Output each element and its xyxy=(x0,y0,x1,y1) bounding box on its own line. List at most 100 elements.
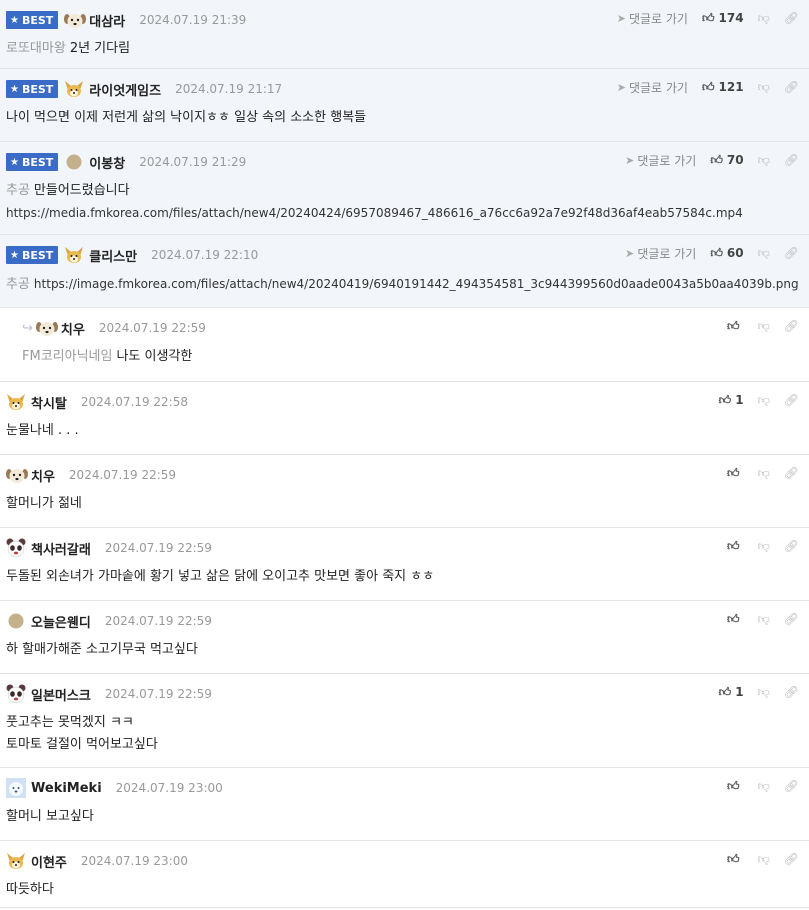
link-icon[interactable]: 🔗︎ xyxy=(784,466,799,480)
best-badge: ★ BEST xyxy=(6,246,59,264)
attachment-link[interactable]: https://image.fmkorea.com/files/attach/n… xyxy=(34,277,799,291)
thumbs-down-icon[interactable]: 👎︎ xyxy=(758,11,770,26)
goto-comment-link[interactable]: ➤ 댓글로 가기 xyxy=(617,10,688,27)
comment-line: 나이 먹으면 이제 저런게 삶의 낙이지ㅎㅎ 일상 속의 소소한 행복들 xyxy=(6,107,799,129)
comment-date: 2024.07.19 22:59 xyxy=(104,541,212,555)
upvote-button[interactable]: 👍︎ 60 xyxy=(710,246,743,261)
mention-name[interactable]: FM코리아닉네임 xyxy=(22,349,112,364)
link-icon[interactable]: 🔗︎ xyxy=(784,319,799,333)
best-badge: ★ BEST xyxy=(6,80,59,98)
attachment-link[interactable]: https://media.fmkorea.com/files/attach/n… xyxy=(6,206,743,220)
upvote-button[interactable]: 👍︎ 121 xyxy=(702,80,744,95)
link-icon[interactable]: 🔗︎ xyxy=(784,779,799,793)
mention-name[interactable]: 추공 xyxy=(6,277,30,292)
upvote-button[interactable]: 👍︎ xyxy=(727,779,744,794)
author-name[interactable]: 착시탈 xyxy=(31,393,67,412)
upvote-button[interactable]: 👍︎ 70 xyxy=(710,153,743,168)
comment-list: ★ BEST 대삼라 2024.07.19 21:39 ➤ 댓글로 가기 👍︎ 174 👎︎ 🔗︎… xyxy=(0,0,809,908)
author-name[interactable]: 이봉창 xyxy=(89,153,125,172)
upvote-button[interactable]: 👍︎ xyxy=(727,539,744,554)
thumbs-down-icon[interactable]: 👎︎ xyxy=(758,393,770,408)
thumbs-down-icon[interactable]: 👎︎ xyxy=(758,539,770,554)
goto-comment-link[interactable]: ➤ 댓글로 가기 xyxy=(617,79,688,96)
comment-line: 풋고추는 못먹겠지 ㅋㅋ xyxy=(6,712,799,734)
link-icon[interactable]: 🔗︎ xyxy=(784,612,799,626)
mention-name[interactable]: 추공 xyxy=(6,183,30,198)
vote-count: 1 xyxy=(735,685,744,699)
link-icon[interactable]: 🔗︎ xyxy=(784,11,799,25)
comment-line: 하 할매가해준 소고기무국 먹고싶다 xyxy=(6,639,799,661)
link-icon[interactable]: 🔗︎ xyxy=(784,153,799,167)
comment-meta: 오늘은웬디 2024.07.19 22:59 xyxy=(6,611,212,631)
link-icon[interactable]: 🔗︎ xyxy=(784,80,799,94)
author-name[interactable]: 치우 xyxy=(31,466,55,485)
upvote-button[interactable]: 👍︎ xyxy=(727,612,744,627)
author-name[interactable]: 클리스만 xyxy=(89,246,137,265)
comment-date: 2024.07.19 22:59 xyxy=(104,687,212,701)
author-name[interactable]: 이현주 xyxy=(31,852,67,871)
author-name[interactable]: 치우 xyxy=(61,319,85,338)
thumbs-down-icon[interactable]: 👎︎ xyxy=(758,852,770,867)
comment-meta: 이현주 2024.07.19 23:00 xyxy=(6,851,188,871)
comment-meta: ★ BEST 이봉창 2024.07.19 21:29 xyxy=(6,152,246,172)
comment-date: 2024.07.19 22:59 xyxy=(104,614,212,628)
upvote-button[interactable]: 👍︎ 1 xyxy=(719,393,744,408)
panda-avatar xyxy=(6,684,26,704)
comment-text: 따듯하다 xyxy=(6,882,54,897)
send-arrow-icon: ➤ xyxy=(625,153,635,167)
comment-line: 로또대마왕 2년 기다림 xyxy=(6,38,799,60)
link-icon[interactable]: 🔗︎ xyxy=(784,852,799,866)
thumbs-up-icon: 👍︎ xyxy=(727,851,740,866)
comment-meta: 책사러갈래 2024.07.19 22:59 xyxy=(6,538,212,558)
best-badge-label: BEST xyxy=(21,82,54,96)
comment-text: 할머니 보고싶다 xyxy=(6,809,94,824)
link-icon[interactable]: 🔗︎ xyxy=(784,539,799,553)
thumbs-down-icon[interactable]: 👎︎ xyxy=(758,80,770,95)
best-comment: ★ BEST 대삼라 2024.07.19 21:39 ➤ 댓글로 가기 👍︎ 174 👎︎ 🔗︎… xyxy=(0,0,809,69)
link-icon[interactable]: 🔗︎ xyxy=(784,246,799,260)
fox-avatar xyxy=(64,245,84,265)
author-name[interactable]: 라이엇게임즈 xyxy=(89,80,161,99)
link-icon[interactable]: 🔗︎ xyxy=(784,685,799,699)
comment-line: 두돌된 외손녀가 가마솥에 황기 넣고 삶은 닭에 오이고추 맛보면 좋아 죽지… xyxy=(6,566,799,588)
upvote-button[interactable]: 👍︎ 174 xyxy=(702,11,744,26)
comment-date: 2024.07.19 22:10 xyxy=(151,248,259,262)
goto-comment-link[interactable]: ➤ 댓글로 가기 xyxy=(625,152,696,169)
comment-actions: 👍︎ 👎︎ 🔗︎ xyxy=(727,536,799,556)
thumbs-down-icon[interactable]: 👎︎ xyxy=(758,466,770,481)
comment-text: 눈물나네 . . . xyxy=(6,423,79,438)
goto-comment-label: 댓글로 가기 xyxy=(637,153,697,168)
thumbs-down-icon[interactable]: 👎︎ xyxy=(758,153,770,168)
star-icon: ★ xyxy=(10,14,19,26)
author-name[interactable]: WekiMeki xyxy=(31,781,102,796)
link-icon[interactable]: 🔗︎ xyxy=(784,393,799,407)
comment: 이현주 2024.07.19 23:00 👍︎ 👎︎ 🔗︎ 따듯하다 xyxy=(0,841,809,908)
author-name[interactable]: 책사러갈래 xyxy=(31,539,91,558)
comment-line: 추공 만들어드렸습니다 xyxy=(6,180,799,202)
comment-actions: 👍︎ 👎︎ 🔗︎ xyxy=(727,316,799,336)
comment-actions: ➤ 댓글로 가기 👍︎ 70 👎︎ 🔗︎ xyxy=(625,150,799,170)
comment-actions: 👍︎ 1 👎︎ 🔗︎ xyxy=(719,390,799,410)
comment-line: 할머니가 젊네 xyxy=(6,493,799,515)
mention-name[interactable]: 로또대마왕 xyxy=(6,41,66,56)
vote-count: 70 xyxy=(726,153,744,167)
author-name[interactable]: 오늘은웬디 xyxy=(31,612,91,631)
comment-text: 하 할매가해준 소고기무국 먹고싶다 xyxy=(6,642,198,657)
thumbs-down-icon[interactable]: 👎︎ xyxy=(758,685,770,700)
upvote-button[interactable]: 👍︎ 1 xyxy=(719,685,744,700)
comment-meta: ★ BEST 대삼라 2024.07.19 21:39 xyxy=(6,10,246,30)
goto-comment-link[interactable]: ➤ 댓글로 가기 xyxy=(625,245,696,262)
thumbs-down-icon[interactable]: 👎︎ xyxy=(758,246,770,261)
author-name[interactable]: 대삼라 xyxy=(89,11,125,30)
comment-actions: ➤ 댓글로 가기 👍︎ 121 👎︎ 🔗︎ xyxy=(617,77,799,97)
thumbs-down-icon[interactable]: 👎︎ xyxy=(758,612,770,627)
thumbs-down-icon[interactable]: 👎︎ xyxy=(758,319,770,334)
upvote-button[interactable]: 👍︎ xyxy=(727,852,744,867)
best-badge: ★ BEST xyxy=(6,11,59,29)
goto-comment-label: 댓글로 가기 xyxy=(628,11,688,26)
author-name[interactable]: 일본머스크 xyxy=(31,685,91,704)
comment: 착시탈 2024.07.19 22:58 👍︎ 1 👎︎ 🔗︎ 눈물나네 . . . xyxy=(0,382,809,455)
upvote-button[interactable]: 👍︎ xyxy=(727,319,744,334)
upvote-button[interactable]: 👍︎ xyxy=(727,466,744,481)
thumbs-down-icon[interactable]: 👎︎ xyxy=(758,779,770,794)
